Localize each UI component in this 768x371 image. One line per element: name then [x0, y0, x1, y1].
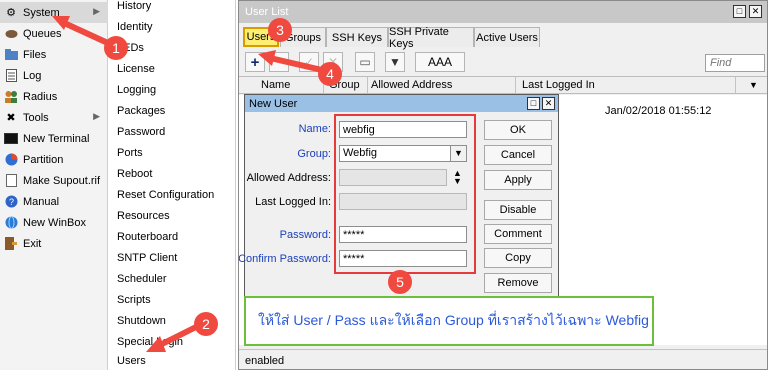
arrow-4 — [258, 50, 323, 73]
arrow-2 — [146, 323, 200, 352]
step-badge-5: 5 — [388, 270, 412, 294]
step-badge-1: 1 — [104, 36, 128, 60]
step-badge-4: 4 — [318, 62, 342, 86]
arrow-1 — [52, 16, 112, 47]
callout-text: ให้ใส่ User / Pass และให้เลือก Group ที่… — [258, 312, 649, 328]
step-badge-2: 2 — [194, 312, 218, 336]
instruction-callout: ให้ใส่ User / Pass และให้เลือก Group ที่… — [244, 296, 654, 346]
step-badge-3: 3 — [268, 18, 292, 42]
